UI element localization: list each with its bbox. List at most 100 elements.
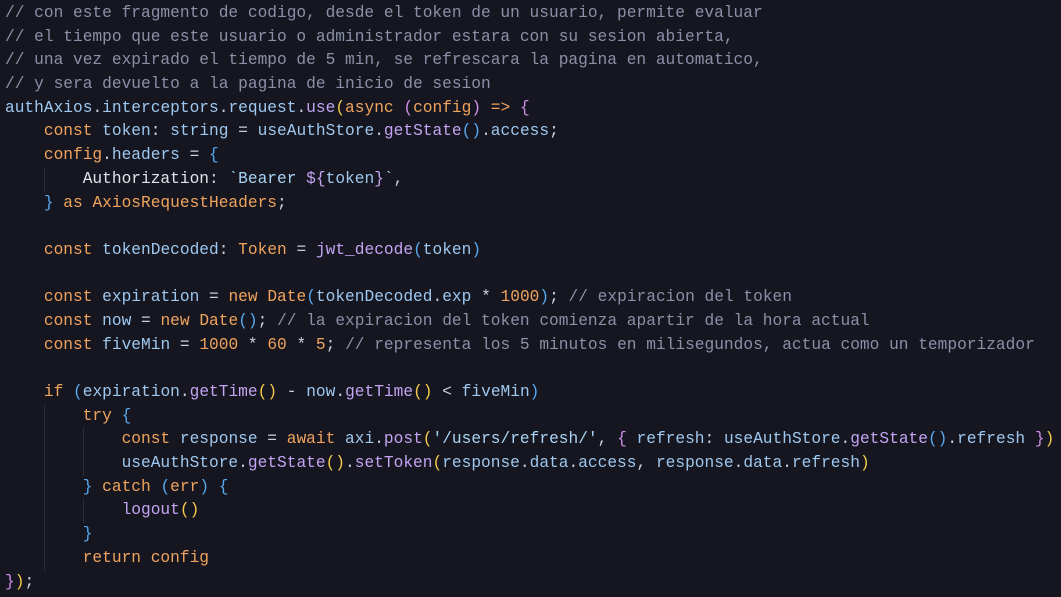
code-token: ( — [422, 430, 433, 449]
code-token: fiveMin — [461, 383, 530, 401]
code-token: , — [636, 454, 656, 473]
code-line: const now = new Date(); // la expiracion… — [5, 310, 1054, 334]
code-token: ) — [529, 383, 540, 401]
code-line: // y sera devuelto a la pagina de inicio… — [5, 73, 1054, 97]
code-token: Authorization — [82, 169, 210, 188]
code-token: use — [306, 98, 336, 117]
code-line: return config — [5, 546, 1054, 571]
code-token: async — [345, 98, 404, 117]
code-token: return — [82, 548, 151, 567]
code-token: const — [43, 122, 103, 141]
code-token: : — [704, 430, 724, 449]
code-token: response — [442, 454, 520, 473]
code-token: . — [519, 454, 530, 473]
code-token: ; — [257, 311, 278, 330]
indent-guide — [82, 428, 84, 453]
code-token: . — [481, 122, 491, 141]
code-token: ` — [383, 169, 394, 188]
code-token: getState — [850, 430, 928, 449]
code-comment: // expiracion del token — [568, 288, 792, 307]
code-token: catch — [92, 477, 161, 496]
code-token: refresh — [957, 430, 1035, 449]
code-token: data — [529, 454, 569, 473]
code-comment: // el tiempo que este usuario o administ… — [5, 27, 734, 46]
code-token: , — [393, 169, 404, 188]
code-token: : — [218, 240, 239, 259]
code-line: // el tiempo que este usuario o administ… — [5, 26, 1054, 50]
code-token: . — [733, 454, 744, 473]
code-token: => — [481, 98, 520, 117]
code-token: ( — [73, 383, 83, 401]
code-token: try — [82, 406, 122, 425]
code-token: new — [228, 288, 268, 307]
code-token: 60 — [267, 335, 287, 354]
code-token: getState — [247, 454, 326, 473]
code-token: exp — [442, 288, 472, 307]
code-token: ) — [199, 477, 210, 496]
code-token: response — [179, 430, 258, 449]
code-token: interceptors — [102, 98, 219, 117]
indent-guide — [43, 452, 45, 476]
code-token: . — [345, 454, 355, 473]
code-token: * — [238, 335, 268, 354]
code-token: string — [170, 122, 229, 141]
code-token: . — [374, 430, 384, 449]
code-token: response — [655, 454, 734, 473]
code-token: ( — [432, 454, 443, 473]
code-token: . — [568, 454, 579, 473]
code-line: const tokenDecoded: Token = jwt_decode(t… — [5, 239, 1054, 263]
code-token: now — [102, 311, 132, 330]
code-token: if — [43, 383, 74, 401]
code-token: = — [199, 288, 229, 307]
code-token: refresh — [626, 430, 705, 449]
code-token: () — [179, 501, 200, 520]
code-token: getState — [383, 122, 462, 141]
code-token: axi — [345, 430, 375, 449]
code-token: tokenDecoded — [102, 240, 219, 259]
indent-guide — [43, 523, 45, 547]
code-token: < — [432, 383, 462, 401]
code-token: . — [102, 146, 112, 165]
indent-guide — [82, 499, 84, 524]
code-token: const — [121, 430, 180, 449]
code-token: ; — [325, 335, 346, 354]
code-token: token — [102, 122, 151, 141]
code-token: now — [306, 383, 336, 401]
code-token: ( — [160, 477, 171, 496]
code-token: () — [461, 122, 482, 141]
code-token: } — [5, 572, 15, 591]
code-token: . — [179, 383, 190, 401]
code-token: useAuthStore — [121, 454, 239, 473]
code-line: authAxios.interceptors.request.use(async… — [5, 97, 1054, 121]
code-token: config — [150, 548, 210, 567]
code-token: const — [43, 335, 103, 354]
code-token: ; — [549, 288, 569, 307]
code-token: '/users/refresh/' — [432, 430, 598, 449]
code-token: access — [490, 122, 550, 141]
code-token: } — [1034, 430, 1045, 449]
code-token: , — [597, 430, 618, 449]
code-line: const expiration = new Date(tokenDecoded… — [5, 286, 1054, 310]
code-token: new — [160, 311, 200, 330]
code-token: . — [374, 122, 384, 141]
code-token: . — [947, 430, 958, 449]
code-token: ; — [549, 122, 559, 141]
code-token: () — [927, 430, 948, 449]
indent-guide — [43, 546, 45, 571]
code-token: () — [238, 311, 258, 330]
code-editor[interactable]: // con este fragmento de codigo, desde e… — [5, 2, 1054, 594]
code-token: ) — [539, 288, 550, 307]
code-token: getTime — [189, 383, 258, 401]
code-token: 1000 — [199, 335, 239, 354]
code-token: post — [383, 430, 423, 449]
indent-guide — [43, 404, 45, 429]
code-token: } — [374, 169, 384, 188]
